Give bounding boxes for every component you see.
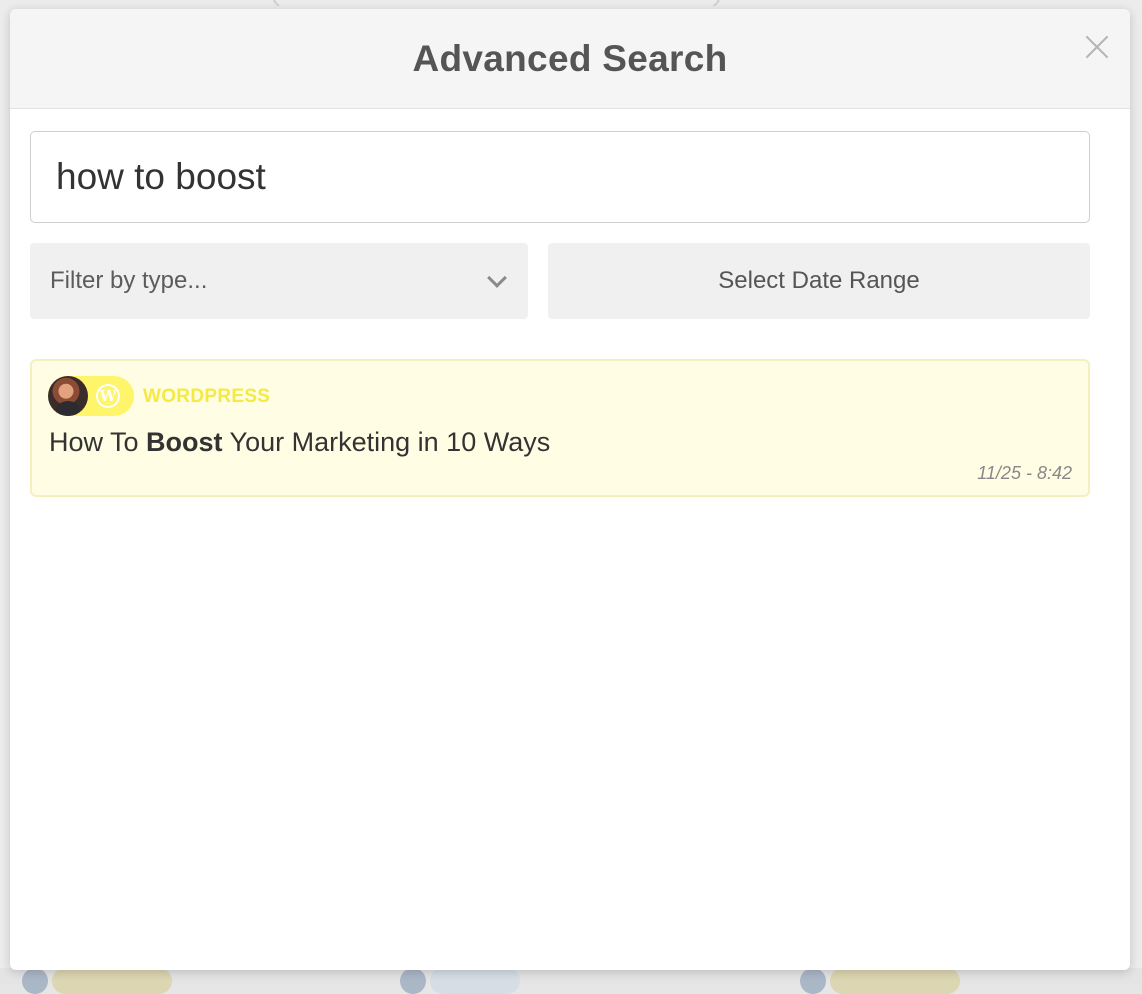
bg-avatar: [400, 968, 426, 994]
bg-pill: [52, 968, 172, 994]
close-icon[interactable]: [1082, 31, 1112, 61]
filter-by-type-select[interactable]: Filter by type...: [30, 243, 528, 319]
select-date-range-button[interactable]: Select Date Range: [548, 243, 1090, 319]
modal-header: Advanced Search: [10, 9, 1130, 109]
result-timestamp: 11/25 - 8:42: [977, 463, 1072, 484]
bg-pill: [430, 968, 520, 994]
result-title-before: How To: [49, 427, 146, 457]
bg-avatar: [22, 968, 48, 994]
search-input[interactable]: [30, 131, 1090, 223]
bg-avatar: [800, 968, 826, 994]
result-title-match: Boost: [146, 427, 223, 457]
result-source-label: WORDPRESS: [143, 386, 270, 408]
modal-title: Advanced Search: [412, 38, 727, 80]
search-result-item[interactable]: W WORDPRESS How To Boost Your Marketing …: [30, 359, 1090, 497]
result-title: How To Boost Your Marketing in 10 Ways: [49, 427, 550, 458]
result-title-after: Your Marketing in 10 Ways: [223, 427, 551, 457]
filter-by-type-placeholder: Filter by type...: [50, 267, 207, 295]
avatar: [48, 376, 88, 416]
source-badge: W: [48, 376, 134, 416]
bg-pill: [830, 968, 960, 994]
wordpress-icon: W: [96, 384, 120, 408]
chevron-down-icon: [487, 268, 507, 288]
